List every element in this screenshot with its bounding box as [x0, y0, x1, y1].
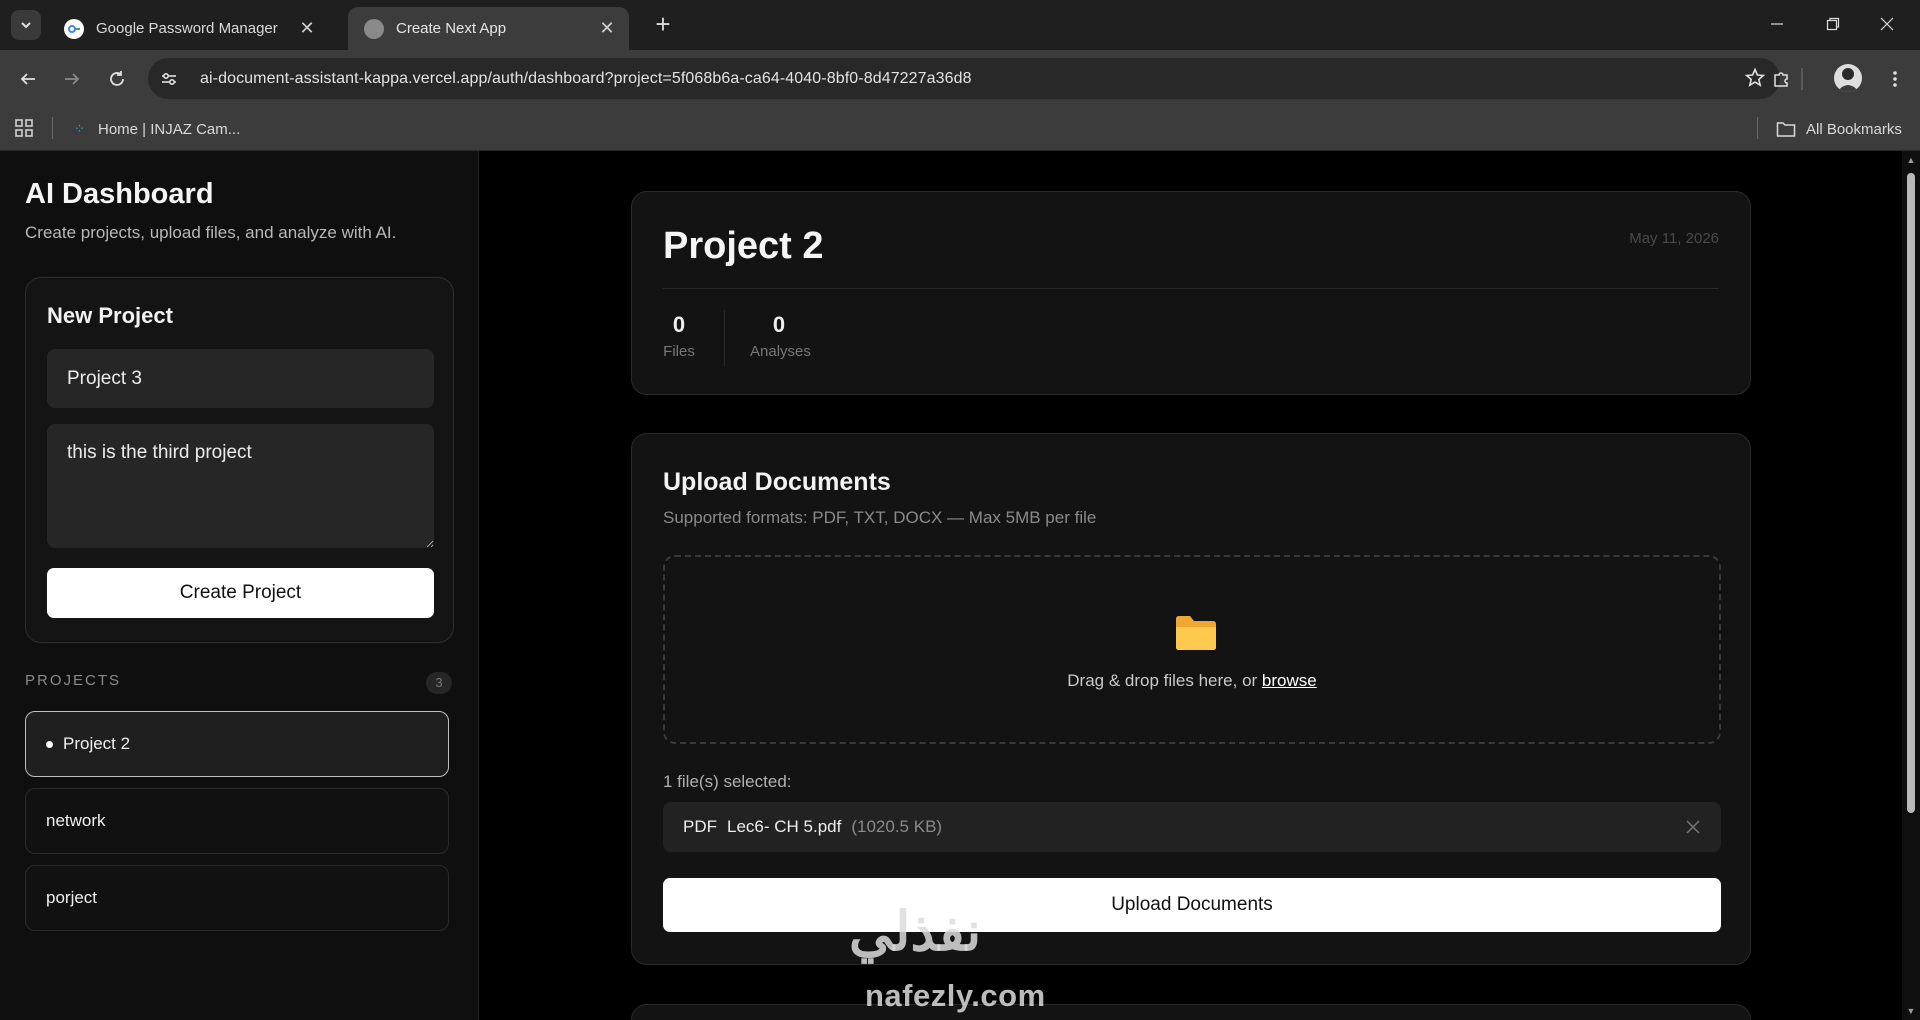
address-bar[interactable]: ai-document-assistant-kappa.vercel.app/a…: [148, 58, 1780, 99]
new-project-card: New Project this is the third project Cr…: [25, 277, 454, 643]
forward-button[interactable]: [57, 64, 87, 94]
tab-title: Create Next App: [396, 20, 507, 37]
tab-title: Google Password Manager: [96, 20, 278, 37]
stat-value: 0: [672, 312, 686, 337]
dropzone-text: Drag & drop files here, or browse: [665, 671, 1719, 691]
browser-toolbar: ai-document-assistant-kappa.vercel.app/a…: [0, 50, 1920, 107]
projects-label: PROJECTS: [25, 672, 122, 689]
folder-icon: [1176, 616, 1216, 650]
chevron-down-icon: [21, 22, 31, 29]
main-content: Project 2 May 11, 2026 0 Files 0 Analyse…: [480, 151, 1902, 1020]
web-page: AI Dashboard Create projects, upload fil…: [0, 151, 1920, 1020]
project-description-input[interactable]: this is the third project: [47, 424, 434, 548]
browser-menu-button[interactable]: [1880, 64, 1910, 94]
project-title: Project 2: [663, 225, 824, 267]
app-title: AI Dashboard: [25, 178, 214, 210]
apps-button[interactable]: [14, 118, 34, 143]
injaz-icon: ⁘: [74, 121, 85, 136]
bookmarks-divider: [52, 117, 53, 139]
file-size: (1020.5 KB): [851, 817, 943, 836]
back-button[interactable]: [13, 64, 43, 94]
folder-icon: [1776, 122, 1796, 137]
file-name: Lec6- CH 5.pdf: [727, 817, 842, 836]
project-item-label: porject: [46, 888, 98, 907]
stat-files: 0 Files: [663, 312, 695, 360]
browse-link[interactable]: browse: [1262, 671, 1317, 690]
project-summary-card: Project 2 May 11, 2026 0 Files 0 Analyse…: [631, 191, 1751, 395]
stat-label: Files: [663, 343, 695, 360]
reload-button[interactable]: [102, 64, 132, 94]
project-item-label: network: [46, 811, 106, 830]
url-text: ai-document-assistant-kappa.vercel.app/a…: [200, 69, 972, 87]
tab-search-button[interactable]: [11, 10, 41, 40]
puzzle-icon: [1774, 72, 1788, 87]
close-icon[interactable]: ✕: [597, 18, 617, 39]
project-date: May 11, 2026: [1629, 230, 1719, 247]
upload-subtitle: Supported formats: PDF, TXT, DOCX — Max …: [663, 508, 1097, 527]
files-selected-label: 1 file(s) selected:: [663, 772, 792, 791]
dropzone-label: Drag & drop files here, or: [1067, 671, 1262, 690]
arrow-right-icon: [65, 73, 80, 85]
tune-icon: [162, 72, 176, 85]
project-item-porject[interactable]: porject: [25, 865, 449, 931]
sidebar: AI Dashboard Create projects, upload fil…: [0, 151, 479, 1020]
upload-card: Upload Documents Supported formats: PDF,…: [631, 433, 1751, 965]
close-icon[interactable]: ✕: [297, 18, 317, 39]
window-close-button[interactable]: [1867, 8, 1907, 40]
projects-count-badge: 3: [426, 672, 452, 694]
bookmark-star-icon[interactable]: [1744, 67, 1766, 94]
project-item-label: Project 2: [63, 734, 131, 753]
remove-file-button[interactable]: [1683, 817, 1703, 837]
file-dropzone[interactable]: Drag & drop files here, or browse: [663, 555, 1721, 744]
upload-title: Upload Documents: [663, 468, 891, 496]
arrow-left-icon: [20, 73, 35, 85]
scrollbar-thumb[interactable]: [1907, 173, 1915, 813]
stat-label: Analyses: [750, 343, 811, 360]
selected-file-row: PDF Lec6- CH 5.pdf (1020.5 KB): [663, 802, 1721, 852]
minimize-icon: [1771, 23, 1783, 25]
page-scrollbar[interactable]: ▲ ▼: [1902, 151, 1920, 1020]
close-icon: [1880, 17, 1894, 31]
active-dot-icon: [46, 740, 53, 748]
reload-icon: [110, 71, 124, 86]
profile-avatar[interactable]: [1834, 64, 1862, 92]
scroll-down-icon[interactable]: ▼: [1906, 1006, 1916, 1016]
next-card: [631, 1004, 1751, 1020]
google-password-manager-icon: [64, 18, 84, 39]
minimize-button[interactable]: [1757, 8, 1797, 40]
project-item-network[interactable]: network: [25, 788, 449, 854]
toolbar-divider: [1801, 68, 1803, 90]
bookmark-injaz[interactable]: ⁘ Home | INJAZ Cam...: [74, 117, 240, 141]
project-name-input[interactable]: [47, 349, 434, 408]
site-info-button[interactable]: [151, 61, 187, 97]
app-subtitle: Create projects, upload files, and analy…: [25, 223, 397, 242]
more-vertical-icon: [1893, 71, 1897, 87]
all-bookmarks-label: All Bookmarks: [1806, 120, 1902, 138]
project-item-project-2[interactable]: Project 2: [25, 711, 449, 777]
bookmarks-divider: [1757, 117, 1758, 139]
apps-grid-icon: [15, 119, 33, 137]
restore-icon: [1826, 17, 1840, 31]
extensions-button[interactable]: [1766, 64, 1796, 94]
create-project-button[interactable]: Create Project: [47, 568, 434, 618]
stat-analyses: 0 Analyses: [750, 312, 811, 360]
restore-button[interactable]: [1813, 8, 1853, 40]
bookmark-label: Home | INJAZ Cam...: [98, 120, 241, 138]
tab-create-next-app[interactable]: Create Next App ✕: [348, 7, 629, 50]
scroll-up-icon[interactable]: ▲: [1906, 155, 1916, 165]
divider: [663, 288, 1719, 289]
globe-icon: [364, 18, 384, 39]
all-bookmarks-button[interactable]: All Bookmarks: [1776, 117, 1902, 141]
upload-documents-button[interactable]: Upload Documents: [663, 878, 1721, 932]
bookmarks-bar: ⁘ Home | INJAZ Cam... All Bookmarks: [0, 107, 1920, 151]
tab-strip: Google Password Manager ✕ Create Next Ap…: [0, 0, 1920, 50]
stat-divider: [724, 310, 725, 366]
new-tab-button[interactable]: +: [650, 11, 676, 38]
file-type-label: PDF: [683, 817, 717, 836]
new-project-heading: New Project: [47, 303, 173, 328]
close-icon: [1686, 820, 1700, 834]
tab-google-password-manager[interactable]: Google Password Manager ✕: [48, 7, 329, 50]
stat-value: 0: [772, 312, 786, 337]
